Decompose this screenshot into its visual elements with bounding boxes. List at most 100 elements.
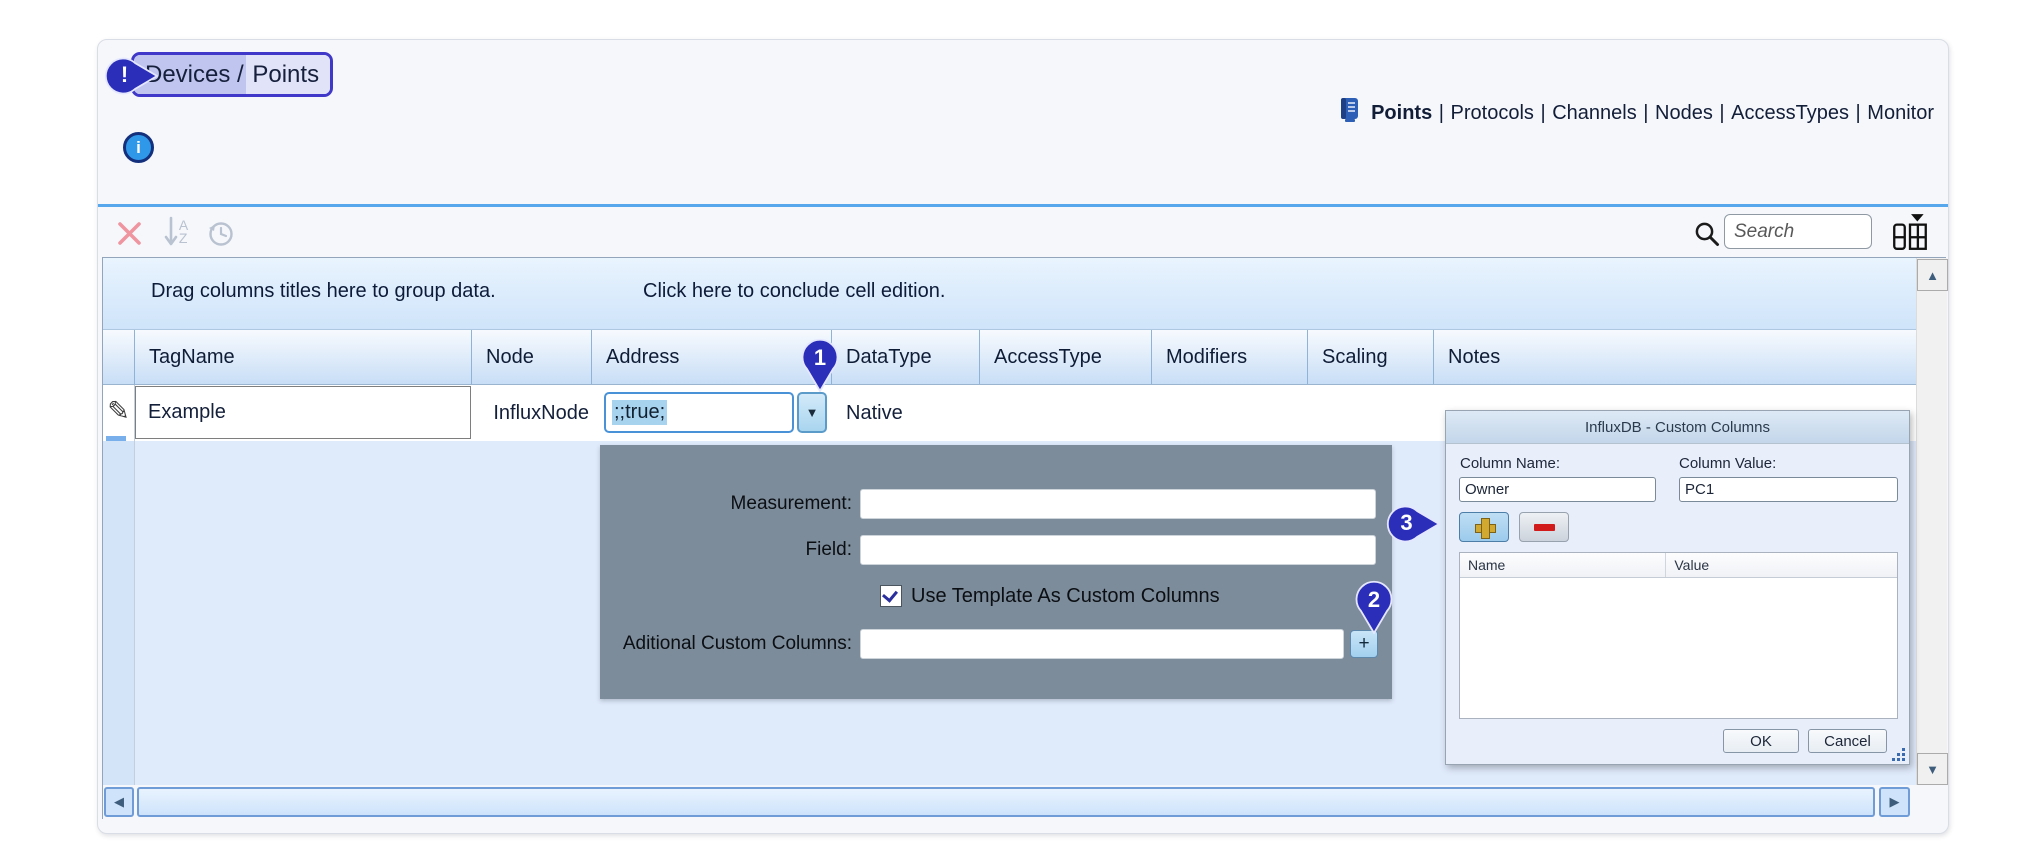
horizontal-scrollbar-thumb[interactable] [137,787,1875,817]
points-grid: Drag columns titles here to group data. … [102,257,1946,819]
scroll-down-icon: ▼ [1926,762,1939,777]
address-editor-input[interactable]: ;;true; [604,392,794,433]
scrollbar-corner [1916,785,1947,820]
column-header-tagname[interactable]: TagName [135,330,472,385]
column-name-field[interactable] [1459,477,1656,502]
additional-columns-field[interactable] [860,629,1344,659]
add-custom-column-button[interactable]: + [1350,630,1378,658]
step-2-label: 2 [1354,582,1394,618]
cancel-button[interactable]: Cancel [1808,729,1887,753]
info-icon[interactable]: i [123,132,154,163]
plus-icon: + [1358,633,1369,655]
history-icon[interactable] [204,216,238,250]
column-header-scaling[interactable]: Scaling [1308,330,1434,385]
cell-datatype[interactable]: Native [832,385,980,441]
column-value-field[interactable] [1679,477,1898,502]
scroll-right-button[interactable]: ▶ [1879,787,1910,817]
cell-node[interactable]: InfluxNode [472,385,592,441]
grid-gutter-strip [103,441,135,785]
table-header-value[interactable]: Value [1665,553,1897,577]
address-selected-text: ;;true; [612,400,667,425]
column-header-accesstype[interactable]: AccessType [980,330,1152,385]
scroll-down-button[interactable]: ▼ [1917,753,1948,785]
influxdb-custom-columns-dialog: InfluxDB - Custom Columns Column Name: C… [1445,410,1910,765]
checkmark-icon [882,586,898,602]
field-field[interactable] [860,535,1376,565]
cell-accesstype[interactable] [980,385,1152,441]
horizontal-scrollbar: ◀ ▶ [103,785,1916,820]
nav-item-nodes[interactable]: Nodes [1655,102,1713,125]
column-header-node[interactable]: Node [472,330,592,385]
ok-button[interactable]: OK [1723,729,1799,753]
node-value: InfluxNode [493,402,589,425]
edit-pencil-icon: ✎ [107,396,130,427]
step-1-callout: 1 [800,338,840,392]
measurement-field[interactable] [860,489,1376,519]
table-header-name[interactable]: Name [1460,553,1665,577]
nav-item-channels[interactable]: Channels [1552,102,1637,125]
grid-header-row: TagName Node Address DataType AccessType… [103,330,1916,385]
add-icon [1475,518,1494,537]
tab-devices-points[interactable]: Devices / Points [131,52,333,97]
points-book-icon [1339,97,1361,129]
delete-icon[interactable] [112,216,146,250]
nav-item-accesstypes[interactable]: AccessTypes [1731,102,1849,125]
conclude-edit-hint[interactable]: Click here to conclude cell edition. [643,280,945,303]
column-header-datatype[interactable]: DataType [832,330,980,385]
nav-item-protocols[interactable]: Protocols [1451,102,1534,125]
field-label: Field: [600,539,860,561]
nav-separator: | [1714,102,1730,125]
group-hint-label[interactable]: Drag columns titles here to group data. [151,280,496,303]
influxdb-address-panel: Measurement: Field: Use Template As Cust… [600,445,1392,699]
cell-modifiers[interactable] [1152,385,1308,441]
custom-columns-table-header: Name Value [1460,553,1897,578]
dialog-add-button[interactable] [1459,512,1509,542]
tagname-value: Example [148,401,226,424]
exclaim-badge-label: ! [106,56,143,94]
step-3-callout: 3 [1386,504,1440,544]
column-header-modifiers[interactable]: Modifiers [1152,330,1308,385]
header-gutter [103,330,135,385]
step-2-callout: 2 [1354,580,1394,634]
sort-z-glyph: Z [179,232,188,245]
column-header-address[interactable]: Address [592,330,832,385]
scroll-up-icon: ▲ [1926,268,1939,283]
nav-separator: | [1535,102,1551,125]
column-chooser-icon[interactable] [1888,210,1932,254]
scroll-right-icon: ▶ [1890,794,1900,810]
vertical-scrollbar: ▲ ▼ [1916,258,1947,785]
scroll-up-button[interactable]: ▲ [1917,259,1948,291]
info-icon-glyph: i [136,138,141,158]
nav-separator: | [1850,102,1866,125]
step-3-label: 3 [1388,504,1425,542]
column-name-label: Column Name: [1460,455,1560,472]
cell-tagname[interactable]: Example [135,385,472,441]
nav-item-points[interactable]: Points [1371,102,1432,125]
resize-grip[interactable] [1891,746,1907,762]
cell-scaling[interactable] [1308,385,1434,441]
nav-item-monitor[interactable]: Monitor [1867,102,1934,125]
datatype-value: Native [846,402,903,425]
top-navigation: Points | Protocols | Channels | Nodes | … [1339,98,1934,128]
column-header-notes[interactable]: Notes [1434,330,1916,385]
dialog-remove-button[interactable] [1519,512,1569,542]
use-template-label: Use Template As Custom Columns [911,585,1220,608]
use-template-checkbox[interactable] [880,585,902,607]
scroll-left-icon: ◀ [114,794,124,810]
column-value-label: Column Value: [1679,455,1776,472]
step-1-label: 1 [800,340,840,376]
remove-icon [1534,524,1555,531]
row-selector-cell: ✎ [103,385,135,441]
divider-line [98,204,1948,207]
search-input[interactable] [1724,214,1872,249]
address-dropdown-button[interactable]: ▼ [797,392,827,433]
nav-separator: | [1638,102,1654,125]
exclaim-callout: ! [104,56,158,96]
nav-separator: | [1433,102,1449,125]
address-editor: ;;true; ▼ [604,392,827,433]
scroll-left-button[interactable]: ◀ [104,787,134,817]
screen: ! Devices / Points i Points [0,0,2024,858]
sort-az-icon[interactable]: A Z [154,215,198,249]
group-by-band[interactable]: Drag columns titles here to group data. … [103,258,1916,330]
app-window: ! Devices / Points i Points [97,39,1949,834]
